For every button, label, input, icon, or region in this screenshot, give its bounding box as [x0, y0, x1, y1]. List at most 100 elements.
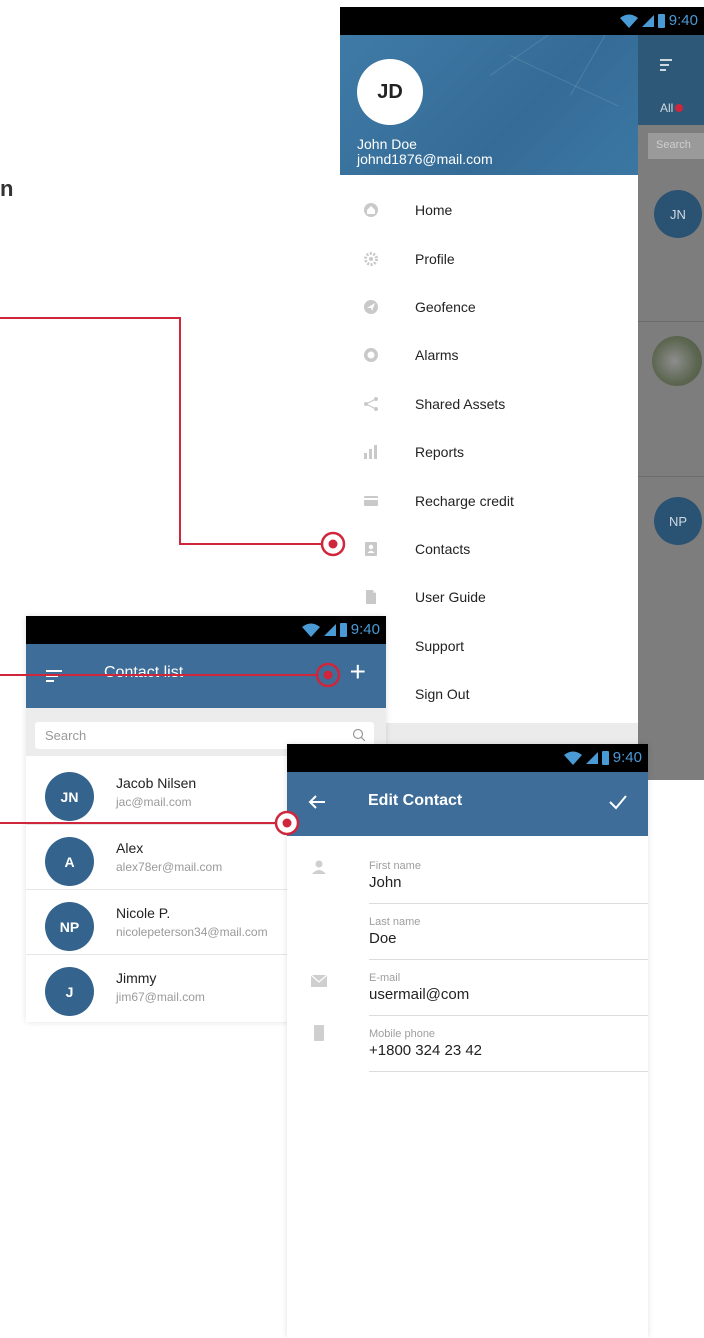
menu-icon[interactable] [46, 670, 62, 682]
background-tabs: All [638, 93, 704, 125]
divider [638, 476, 704, 477]
app-bar: Edit Contact [287, 772, 648, 836]
menu-label: Geofence [415, 298, 476, 315]
menu-icon [660, 59, 672, 71]
status-time: 9:40 [668, 12, 698, 29]
menu-label: Profile [415, 250, 455, 267]
contact-name: Jimmy [116, 970, 157, 986]
avatar[interactable]: JD [357, 59, 423, 125]
credit-card-icon [361, 491, 381, 511]
drawer-screen: 9:40 All Search JN NP JD John Doe johnd1… [340, 7, 704, 780]
first-name-field[interactable]: First name John [369, 848, 648, 904]
avatar: JN [45, 772, 94, 821]
contact-name: Jacob Nilsen [116, 775, 197, 791]
menu-label: Support [415, 637, 465, 654]
edit-contact-screen: 9:40 Edit Contact First name John Last n… [287, 744, 648, 1338]
share-icon [361, 394, 381, 414]
alarm-icon [361, 345, 381, 365]
app-bar: Contact list + [26, 644, 386, 708]
field-label: Mobile phone [369, 1028, 436, 1040]
drawer-header: JD John Doe johnd1876@mail.com [340, 35, 638, 175]
field-value: +1800 324 23 42 [369, 1042, 483, 1059]
contact-book-icon [361, 539, 381, 559]
signal-icon [641, 14, 654, 27]
battery-icon [339, 622, 347, 637]
menu-label: Recharge credit [415, 492, 514, 509]
signal-icon [585, 751, 598, 764]
status-bar: 9:40 [340, 7, 704, 35]
search-icon[interactable] [352, 728, 366, 742]
save-check-icon[interactable] [608, 792, 628, 812]
signal-icon [323, 623, 336, 636]
field-label: Last name [369, 916, 421, 928]
contact-name: Nicole P. [116, 905, 171, 921]
battery-icon [601, 750, 609, 765]
person-icon [312, 860, 326, 874]
field-value: John [369, 874, 402, 891]
wifi-icon [563, 751, 582, 765]
contact-email: alex78er@mail.com [116, 860, 223, 874]
vehicle-photo [652, 336, 702, 386]
menu-label: Reports [415, 444, 465, 461]
menu-item-alarms[interactable]: Alarms [340, 331, 638, 379]
background-screen: All Search JN NP [638, 35, 704, 780]
avatar: J [45, 967, 94, 1016]
contact-email: jim67@mail.com [116, 990, 205, 1004]
field-label: E-mail [369, 972, 401, 984]
gear-icon [361, 249, 381, 269]
connector-line-contacts [0, 317, 330, 545]
wifi-icon [619, 14, 638, 28]
field-value: usermail@com [369, 986, 470, 1003]
menu-item-reports[interactable]: Reports [340, 428, 638, 476]
field-value: Doe [369, 930, 397, 947]
phone-icon [314, 1025, 324, 1041]
menu-item-home[interactable]: Home [340, 186, 638, 234]
home-icon [361, 200, 381, 220]
add-contact-button[interactable]: + [350, 658, 366, 686]
background-avatar-jn: JN [654, 190, 702, 238]
status-time: 9:40 [612, 749, 642, 766]
menu-item-geofence[interactable]: Geofence [340, 283, 638, 331]
user-name: John Doe [357, 136, 417, 152]
search-placeholder: Search [45, 728, 87, 743]
email-field[interactable]: E-mail usermail@com [369, 960, 648, 1016]
divider [638, 321, 704, 322]
page-title: Edit Contact [368, 792, 463, 809]
status-bar: 9:40 [287, 744, 648, 772]
background-appbar [638, 35, 704, 93]
mail-icon [310, 974, 328, 987]
background-search: Search [648, 133, 704, 159]
tab-all: All [660, 101, 684, 115]
menu-item-profile[interactable]: Profile [340, 234, 638, 282]
back-arrow-icon[interactable] [307, 792, 327, 812]
field-label: First name [369, 860, 421, 872]
menu-item-shared-assets[interactable]: Shared Assets [340, 380, 638, 428]
contact-email: nicolepeterson34@mail.com [116, 925, 268, 939]
menu-label: User Guide [415, 589, 486, 606]
avatar: A [45, 837, 94, 886]
page-title: Contact list [104, 664, 184, 681]
user-email: johnd1876@mail.com [357, 151, 493, 167]
document-icon [361, 587, 381, 607]
navigation-icon [361, 297, 381, 317]
menu-item-user-guide[interactable]: User Guide [340, 573, 638, 621]
menu-label: Sign Out [415, 686, 470, 703]
status-time: 9:40 [350, 621, 380, 638]
menu-label: Contacts [415, 540, 471, 557]
wifi-icon [301, 623, 320, 637]
contact-email: jac@mail.com [116, 795, 192, 809]
menu-item-contacts[interactable]: Contacts [340, 525, 638, 573]
avatar: NP [45, 902, 94, 951]
mobile-phone-field[interactable]: Mobile phone +1800 324 23 42 [369, 1016, 648, 1072]
menu-item-recharge-credit[interactable]: Recharge credit [340, 476, 638, 524]
menu-label: Shared Assets [415, 395, 506, 412]
heading-fragment: n [0, 176, 14, 201]
bar-chart-icon [361, 442, 381, 462]
menu-label: Alarms [415, 347, 459, 364]
last-name-field[interactable]: Last name Doe [369, 904, 648, 960]
contact-name: Alex [116, 840, 144, 856]
tab-badge [675, 104, 684, 112]
background-avatar-np: NP [654, 497, 702, 545]
status-bar: 9:40 [26, 616, 386, 644]
menu-label: Home [415, 202, 453, 219]
